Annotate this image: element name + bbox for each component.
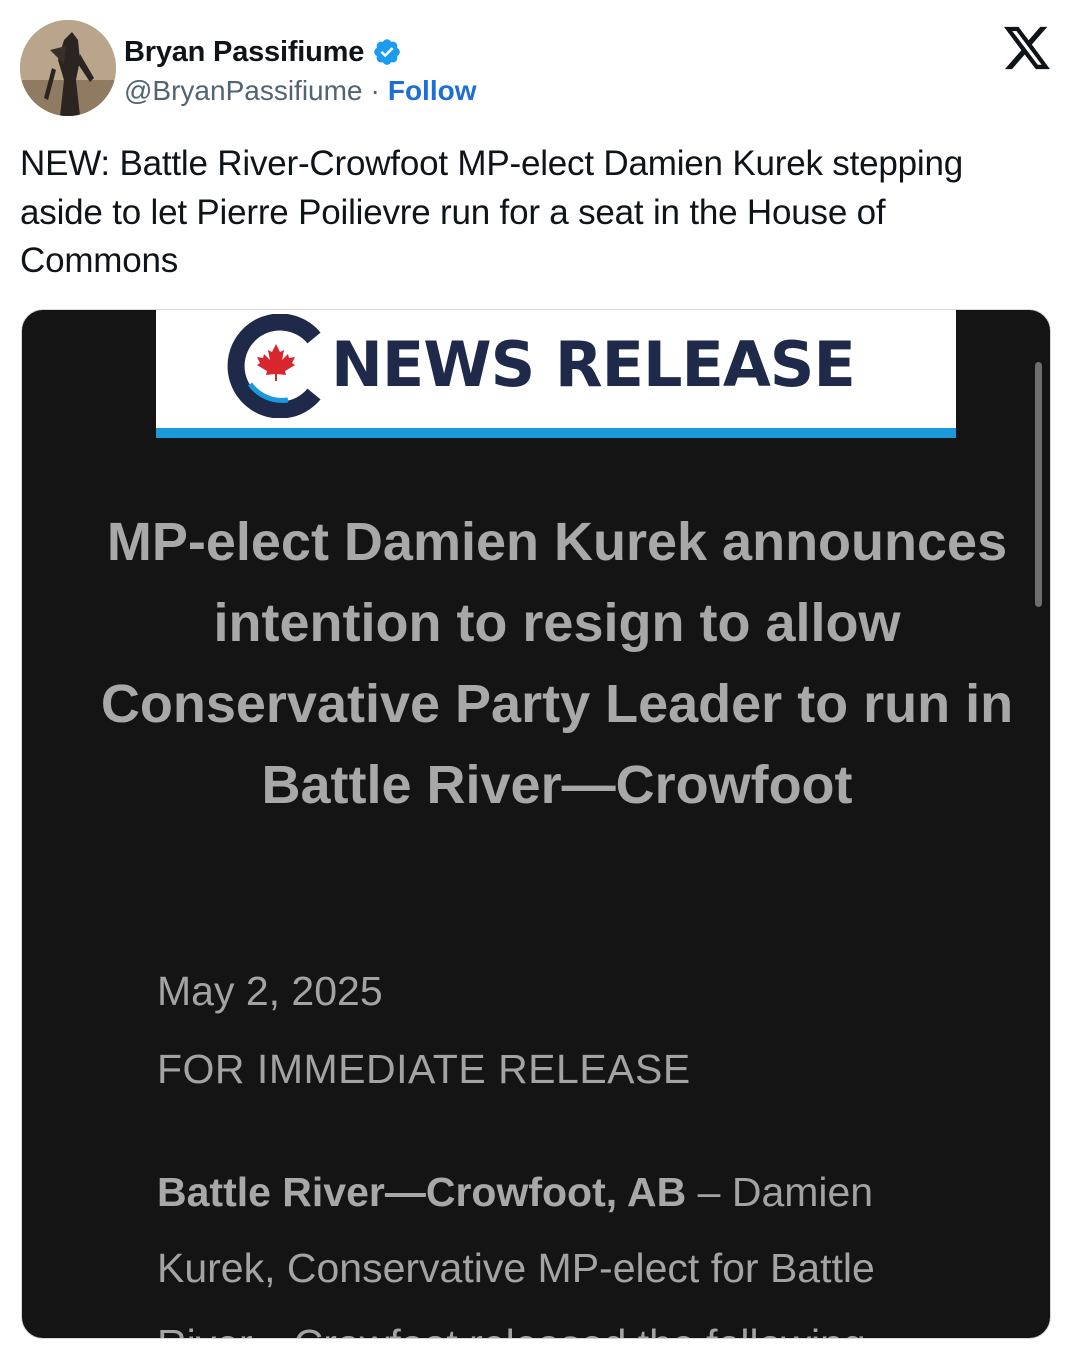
avatar[interactable] xyxy=(20,20,116,116)
verified-badge-icon xyxy=(372,37,402,67)
news-release-banner: NEWS RELEASE xyxy=(156,310,956,438)
release-body: Battle River—Crowfoot, AB – Damien Kurek… xyxy=(157,1154,937,1338)
x-logo-icon[interactable] xyxy=(1004,26,1050,70)
tweet-text: NEW: Battle River-Crowfoot MP-elect Dami… xyxy=(20,144,964,280)
handle-row: @BryanPassifiume · Follow xyxy=(124,72,477,110)
release-status: FOR IMMEDIATE RELEASE xyxy=(157,1046,691,1092)
separator-dot: · xyxy=(370,75,380,106)
release-headline: MP-elect Damien Kurek announces intentio… xyxy=(100,512,1014,815)
conservative-party-maple-leaf-logo-icon xyxy=(226,313,324,419)
banner-stripe xyxy=(156,428,956,438)
release-date: May 2, 2025 xyxy=(157,968,383,1014)
tweet-header: Bryan Passifiume @BryanPassifiume · Foll… xyxy=(20,20,1050,118)
banner-title: NEWS RELEASE xyxy=(331,328,856,401)
media-scrollbar[interactable] xyxy=(1035,362,1042,607)
follow-button[interactable]: Follow xyxy=(388,75,477,107)
author-name[interactable]: Bryan Passifiume xyxy=(124,36,364,69)
release-dateline: Battle River—Crowfoot, AB xyxy=(157,1169,687,1215)
author-handle[interactable]: @BryanPassifiume xyxy=(124,75,363,107)
author-name-row: Bryan Passifiume xyxy=(124,32,402,72)
person-silhouette-avatar-icon xyxy=(20,20,116,116)
media-image[interactable]: NEWS RELEASE MP-elect Damien Kurek annou… xyxy=(21,309,1051,1339)
tweet-embed: Bryan Passifiume @BryanPassifiume · Foll… xyxy=(0,0,1070,1350)
